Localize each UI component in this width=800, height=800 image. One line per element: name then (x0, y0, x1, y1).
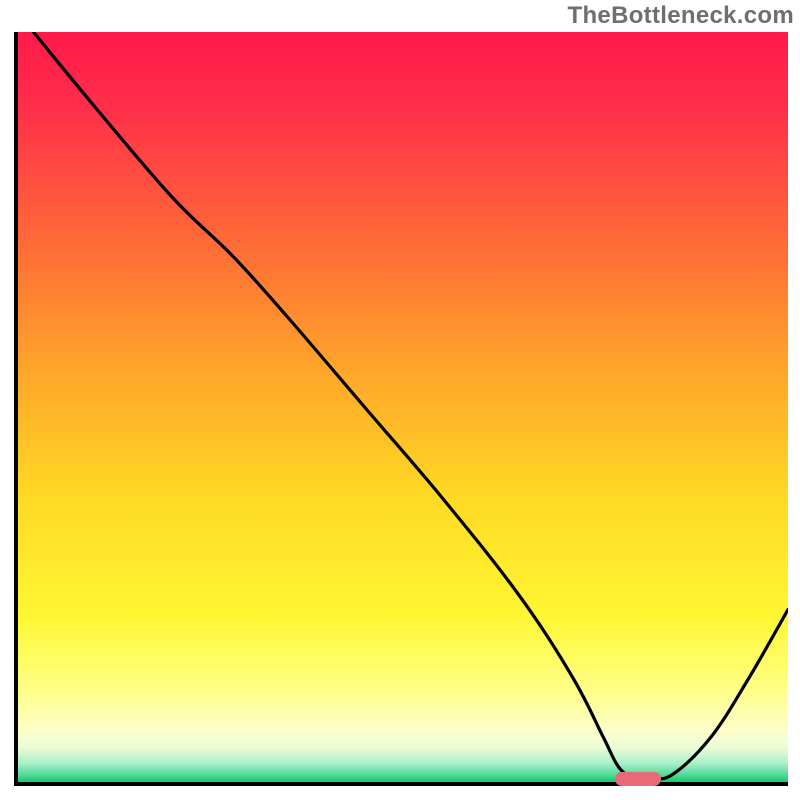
gradient-background (18, 32, 788, 782)
optimal-marker (615, 772, 661, 786)
chart-svg (14, 32, 788, 786)
axis-y (14, 32, 18, 786)
axis-x (14, 782, 788, 786)
watermark-label: TheBottleneck.com (568, 2, 794, 30)
chart-area (14, 32, 788, 786)
